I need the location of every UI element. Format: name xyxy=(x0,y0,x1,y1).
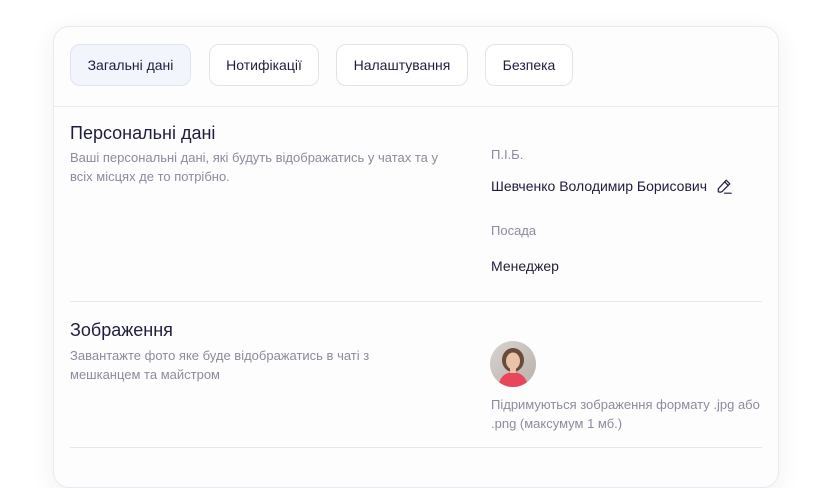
personal-section-title: Персональні дані xyxy=(70,123,216,143)
image-section-title: Зображення xyxy=(70,320,173,340)
avatar-photo xyxy=(490,341,536,387)
section-divider xyxy=(70,301,762,302)
tab-settings[interactable]: Налаштування xyxy=(336,44,468,86)
tab-notifications[interactable]: Нотифікації xyxy=(209,44,319,86)
avatar[interactable] xyxy=(490,341,536,387)
fullname-value: Шевченко Володимир Борисович xyxy=(491,178,708,194)
image-section-description: Завантажте фото яке буде відображатись в… xyxy=(70,348,370,382)
image-format-hint: Підримуються зображення формату .jpg або… xyxy=(491,397,760,431)
tab-security[interactable]: Безпека xyxy=(485,44,573,86)
tab-bar: Загальні дані Нотифікації Налаштування Б… xyxy=(54,27,778,107)
fullname-label: П.І.Б. xyxy=(491,147,524,162)
personal-section-description: Ваші персональні дані, які будуть відобр… xyxy=(70,150,439,184)
position-label: Посада xyxy=(491,223,537,238)
pencil-icon[interactable] xyxy=(715,177,733,195)
settings-card: Загальні дані Нотифікації Налаштування Б… xyxy=(53,26,779,488)
position-value: Менеджер xyxy=(491,258,559,274)
tab-general[interactable]: Загальні дані xyxy=(70,44,191,86)
section-divider xyxy=(70,447,762,448)
